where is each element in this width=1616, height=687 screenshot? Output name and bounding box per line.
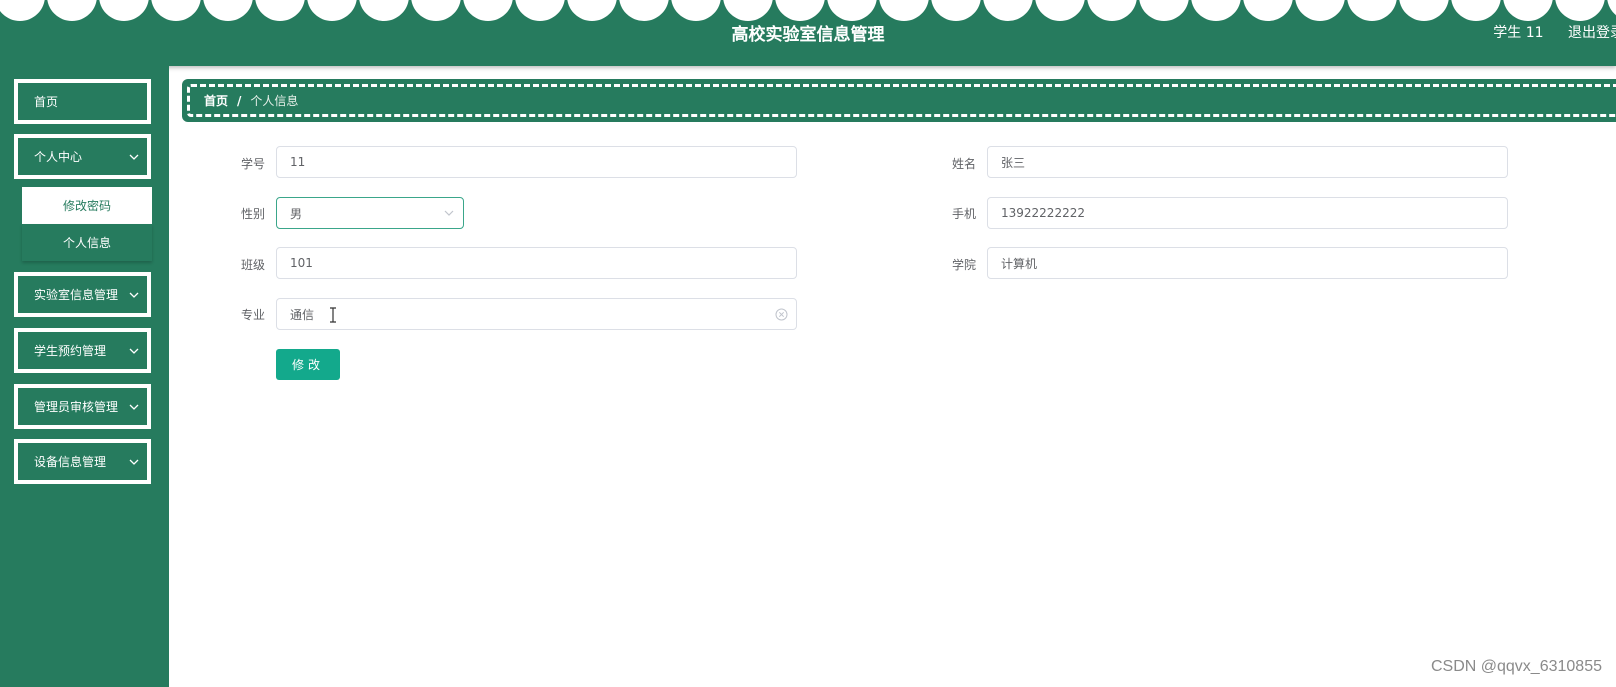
sidebar-item-home[interactable]: 首页 [14, 79, 151, 124]
name-field[interactable]: 张三 [987, 146, 1508, 178]
class-label: 班级 [240, 258, 265, 272]
college-label: 学院 [951, 258, 976, 272]
scallop-circle [307, 0, 357, 21]
scallop-circle [775, 0, 825, 21]
scallop-circle [671, 0, 721, 21]
sidebar-item-reservations[interactable]: 学生预约管理 [14, 328, 151, 373]
submenu-item-change-password[interactable]: 修改密码 [22, 187, 152, 224]
scallop-circle [1347, 0, 1397, 21]
sidebar-item-label: 设备信息管理 [34, 455, 107, 469]
scallop-circle [203, 0, 253, 21]
scallop-circle [1451, 0, 1501, 21]
scallop-circle [99, 0, 149, 21]
logout-link[interactable]: 退出登录 [1568, 22, 1616, 42]
scallop-circle [983, 0, 1033, 21]
scallop-circle [1607, 0, 1616, 16]
submenu-item-personal-info[interactable]: 个人信息 [22, 224, 152, 261]
current-user-label: 学生 11 [1493, 25, 1544, 41]
personal-center-submenu: 修改密码 个人信息 [22, 187, 152, 261]
phone-field[interactable]: 13922222222 [987, 197, 1508, 229]
major-field[interactable]: 通信 [276, 298, 797, 330]
chevron-down-icon [121, 459, 147, 465]
breadcrumb-current: 个人信息 [250, 94, 299, 108]
text-cursor-icon [329, 307, 337, 326]
major-value: 通信 [290, 307, 315, 322]
class-value: 101 [290, 256, 313, 270]
scallop-circle [359, 0, 409, 21]
student-id-value: 11 [290, 155, 306, 169]
phone-value: 13922222222 [1001, 206, 1085, 220]
scallop-circle [1191, 0, 1241, 21]
sidebar-item-admin-review[interactable]: 管理员审核管理 [14, 384, 151, 429]
update-button[interactable]: 修改 [276, 349, 340, 380]
class-field[interactable]: 101 [276, 247, 797, 279]
scallop-circle [1555, 0, 1605, 21]
sidebar-item-label: 管理员审核管理 [34, 400, 119, 414]
breadcrumb-separator: / [237, 93, 242, 108]
scallop-circle [723, 0, 773, 21]
gender-label: 性别 [240, 207, 265, 221]
sidebar-item-personal-center[interactable]: 个人中心 [14, 134, 151, 179]
scallop-circle [1087, 0, 1137, 21]
chevron-down-icon [443, 207, 455, 222]
gender-value: 男 [290, 206, 303, 221]
clear-icon[interactable] [775, 308, 788, 324]
breadcrumb: 首页 / 个人信息 [182, 79, 1616, 122]
sidebar-item-label: 实验室信息管理 [34, 288, 119, 302]
sidebar: 首页 个人中心 修改密码 个人信息 实验室信息管理 学生预约管理 管理员审核管理… [0, 66, 169, 687]
scallop-circle [931, 0, 981, 21]
scallop-circle [151, 0, 201, 21]
name-value: 张三 [1001, 155, 1026, 170]
college-field[interactable]: 计算机 [987, 247, 1508, 279]
sidebar-item-label: 学生预约管理 [34, 344, 107, 358]
scallop-circle [1035, 0, 1085, 21]
major-label: 专业 [240, 308, 265, 322]
college-value: 计算机 [1001, 256, 1038, 271]
scallop-circle [827, 0, 877, 21]
sidebar-item-label: 个人中心 [34, 150, 83, 164]
scallop-circle [0, 0, 45, 21]
sidebar-item-equipment[interactable]: 设备信息管理 [14, 439, 151, 484]
gender-select[interactable]: 男 [276, 197, 464, 229]
breadcrumb-home-link[interactable]: 首页 [204, 92, 228, 109]
scallop-circle [879, 0, 929, 21]
user-area: 学生 11 退出登录 [1473, 22, 1616, 42]
name-label: 姓名 [951, 157, 976, 171]
chevron-down-icon [121, 292, 147, 298]
scallop-circle [1399, 0, 1449, 21]
scallop-circle [1503, 0, 1553, 21]
scallop-circle [411, 0, 461, 21]
scallop-circle [619, 0, 669, 21]
scallop-circle [567, 0, 617, 21]
scallop-circle [255, 0, 305, 21]
chevron-down-icon [121, 348, 147, 354]
phone-label: 手机 [951, 207, 976, 221]
chevron-down-icon [121, 154, 147, 160]
sidebar-item-lab-info[interactable]: 实验室信息管理 [14, 272, 151, 317]
scallop-circle [47, 0, 97, 21]
student-id-label: 学号 [240, 157, 265, 171]
chevron-down-icon [121, 404, 147, 410]
scallop-circle [1295, 0, 1345, 21]
scallop-circle [515, 0, 565, 21]
scallop-circle [1243, 0, 1293, 21]
scallop-circle [463, 0, 513, 21]
breadcrumb-inner: 首页 / 个人信息 [187, 84, 1616, 117]
top-header: 高校实验室信息管理 学生 11 退出登录 [0, 0, 1616, 66]
scallop-circle [1139, 0, 1189, 21]
student-id-field[interactable]: 11 [276, 146, 797, 178]
watermark: CSDN @qqvx_6310855 [1430, 658, 1602, 675]
scallop-decoration [0, 0, 1616, 21]
app-title: 高校实验室信息管理 [731, 25, 885, 45]
sidebar-item-label: 首页 [34, 95, 59, 109]
